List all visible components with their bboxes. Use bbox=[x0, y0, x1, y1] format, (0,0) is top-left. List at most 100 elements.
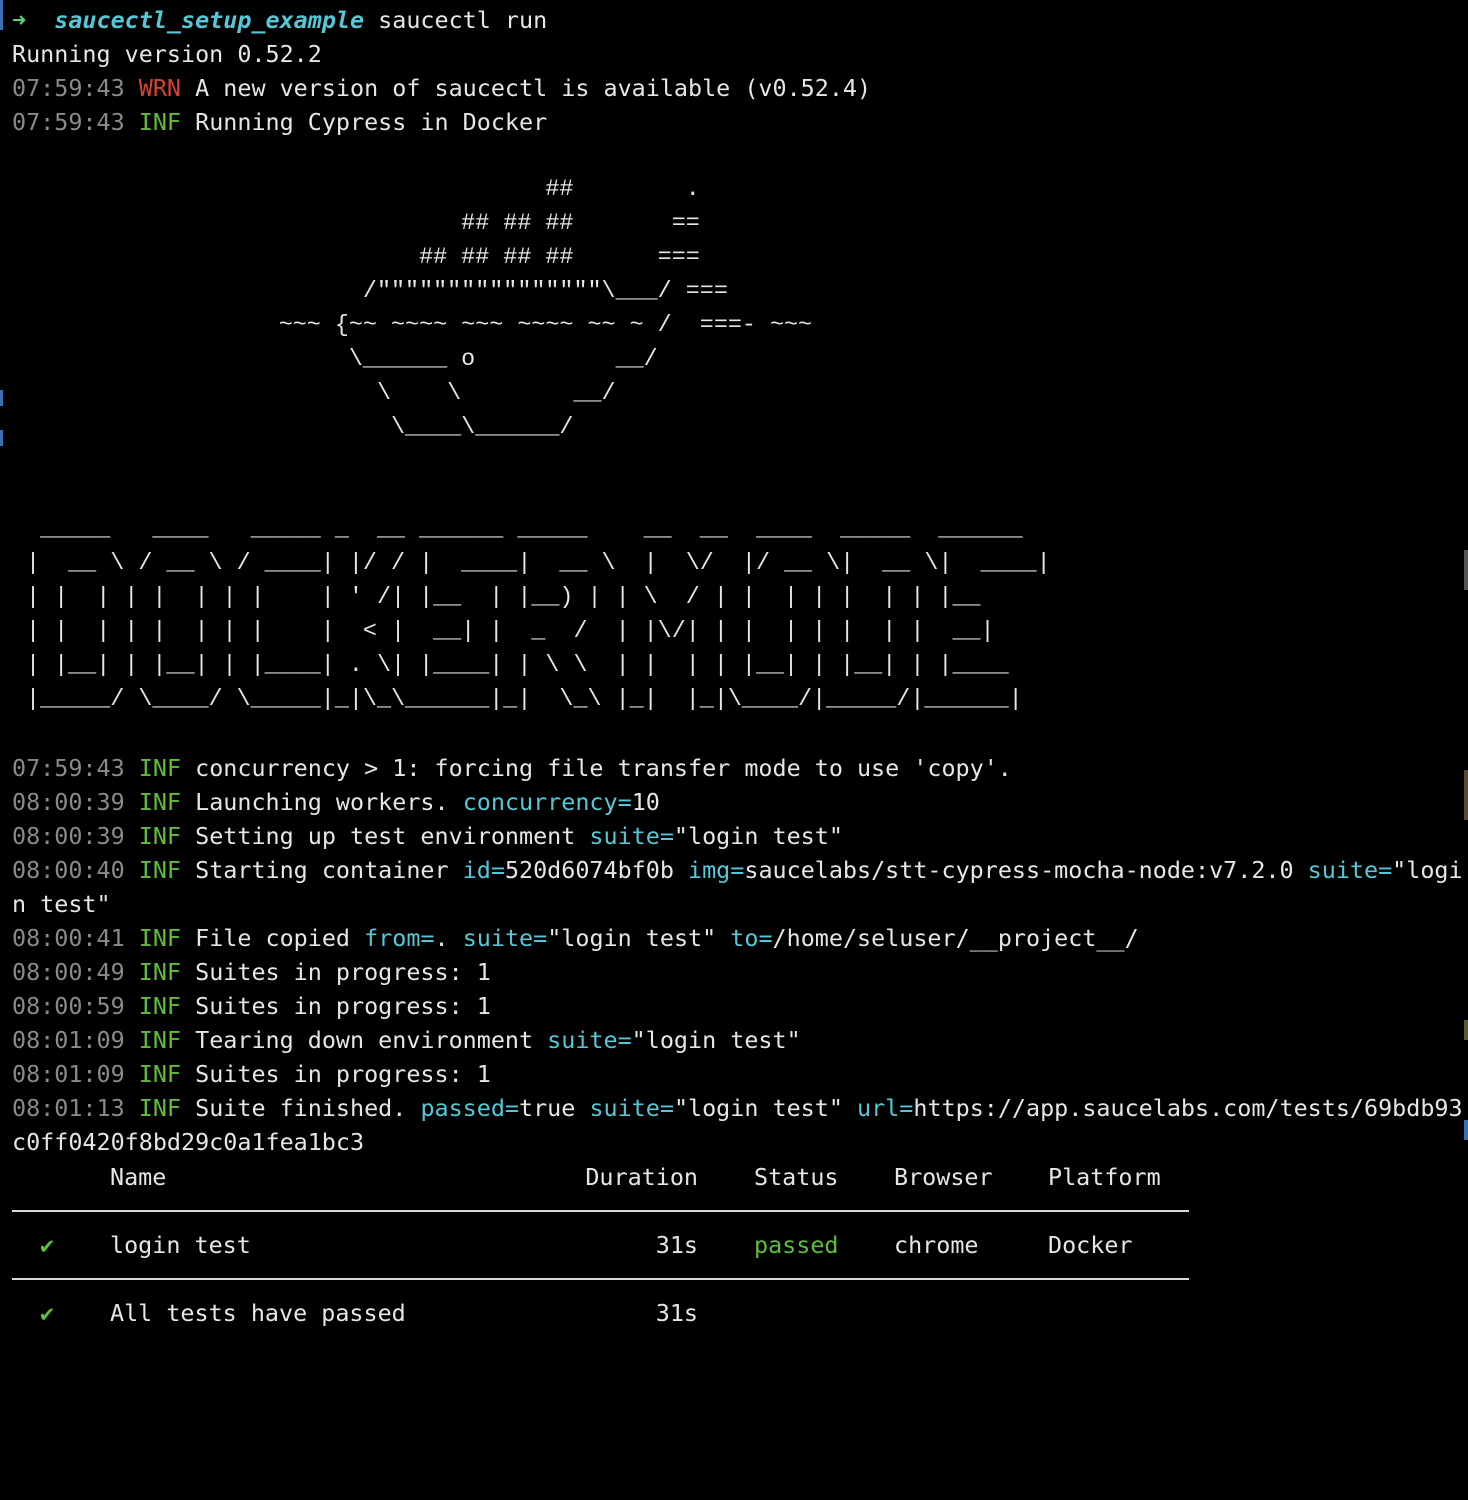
log-text: concurrency > 1: forcing file transfer m… bbox=[195, 754, 1012, 782]
log-text: Suites in progress: 1 bbox=[195, 958, 491, 986]
log-timestamp: 08:00:40 bbox=[12, 856, 125, 884]
terminal-output: ➜ saucectl_setup_example saucectl run Ru… bbox=[12, 3, 1463, 1159]
log-text: 520d6074bf0b bbox=[504, 856, 689, 884]
log-line: 08:01:09 INF Suites in progress: 1 bbox=[12, 1057, 1456, 1091]
check-icon: ✔ bbox=[40, 1231, 55, 1259]
log-text: "login test" bbox=[631, 1026, 801, 1054]
row-browser: chrome bbox=[894, 1231, 979, 1259]
docker-mode-banner: _____ ____ _____ _ __ ______ _____ __ __… bbox=[26, 517, 1051, 713]
column-header-status: Status bbox=[754, 1163, 839, 1191]
log-text: "logi bbox=[1392, 856, 1463, 884]
scrollbar-marker[interactable] bbox=[1464, 1120, 1468, 1140]
docker-whale-art: ## . ## ## ## == ## ## ## ## === /""""""… bbox=[278, 177, 813, 441]
log-level: INF bbox=[138, 1094, 182, 1122]
log-level: INF bbox=[138, 1026, 182, 1054]
log-level: INF bbox=[138, 1060, 182, 1088]
results-header-row: Name Duration Status Browser Platform bbox=[12, 1160, 1189, 1194]
log-text: Setting up test environment bbox=[195, 822, 590, 850]
scrollbar-marker[interactable] bbox=[1464, 1020, 1468, 1040]
log-level: WRN bbox=[138, 74, 182, 102]
log-timestamp: 08:00:41 bbox=[12, 924, 125, 952]
log-key: to= bbox=[730, 924, 773, 952]
log-lines: 07:59:43 INF concurrency > 1: forcing fi… bbox=[12, 751, 1463, 1159]
column-header-name: Name bbox=[110, 1163, 167, 1191]
log-text: saucelabs/stt-cypress-mocha-node:v7.2.0 bbox=[744, 856, 1308, 884]
prompt-arrow-icon: ➜ bbox=[12, 6, 27, 34]
log-message: Running Cypress in Docker bbox=[195, 108, 548, 136]
row-status: passed bbox=[754, 1231, 839, 1259]
scrollbar-marker[interactable] bbox=[1464, 770, 1468, 820]
log-timestamp: 07:59:43 bbox=[12, 74, 125, 102]
log-timestamp: 08:00:39 bbox=[12, 822, 125, 850]
log-timestamp: 08:01:13 bbox=[12, 1094, 125, 1122]
log-key: suite= bbox=[589, 1094, 674, 1122]
log-timestamp: 08:01:09 bbox=[12, 1026, 125, 1054]
summary-text: All tests have passed bbox=[110, 1299, 406, 1327]
log-text: . bbox=[434, 924, 463, 952]
log-text: "login test" bbox=[673, 822, 843, 850]
log-text: Suites in progress: 1 bbox=[195, 992, 491, 1020]
log-line: 08:00:39 INF Launching workers. concurre… bbox=[12, 785, 1456, 819]
log-timestamp: 08:00:59 bbox=[12, 992, 125, 1020]
log-line: c0ff0420f8bd29c0a1fea1bc3 bbox=[12, 1125, 1456, 1159]
log-key: suite= bbox=[547, 1026, 632, 1054]
log-level: INF bbox=[138, 788, 182, 816]
log-level: INF bbox=[138, 822, 182, 850]
log-text: https://app.saucelabs.com/tests/69bdb93 bbox=[913, 1094, 1463, 1122]
left-edge-marker bbox=[0, 0, 3, 30]
log-level: INF bbox=[138, 958, 182, 986]
log-key: suite= bbox=[1307, 856, 1393, 884]
log-line: 08:00:39 INF Setting up test environment… bbox=[12, 819, 1456, 853]
log-level: INF bbox=[138, 924, 182, 952]
results-table: Name Duration Status Browser Platform ✔ … bbox=[12, 1160, 1189, 1330]
log-line: 08:00:41 INF File copied from=. suite="l… bbox=[12, 921, 1456, 955]
column-header-browser: Browser bbox=[894, 1163, 993, 1191]
log-key: url= bbox=[857, 1094, 914, 1122]
log-text: Tearing down environment bbox=[195, 1026, 548, 1054]
log-key: suite= bbox=[462, 924, 548, 952]
check-icon: ✔ bbox=[40, 1299, 55, 1327]
log-level: INF bbox=[138, 108, 182, 136]
log-timestamp: 07:59:43 bbox=[12, 108, 125, 136]
log-level: INF bbox=[138, 754, 182, 782]
scrollbar-marker[interactable] bbox=[1464, 550, 1468, 590]
log-line: 07:59:43 WRN A new version of saucectl i… bbox=[12, 71, 1456, 105]
log-message: Running version 0.52.2 bbox=[12, 40, 322, 68]
log-text: true bbox=[519, 1094, 590, 1122]
left-edge-marker bbox=[0, 390, 3, 406]
log-line: n test" bbox=[12, 887, 1456, 921]
log-text: Suites in progress: 1 bbox=[195, 1060, 491, 1088]
left-edge-marker bbox=[0, 430, 3, 446]
column-header-duration: Duration bbox=[585, 1163, 698, 1191]
log-level: INF bbox=[138, 992, 182, 1020]
log-key: passed= bbox=[420, 1094, 520, 1122]
log-message: A new version of saucectl is available (… bbox=[195, 74, 872, 102]
log-text: Starting container bbox=[195, 856, 463, 884]
row-duration: 31s bbox=[655, 1231, 698, 1259]
log-text: 10 bbox=[631, 788, 660, 816]
log-line: 07:59:43 INF concurrency > 1: forcing fi… bbox=[12, 751, 1456, 785]
summary-duration: 31s bbox=[655, 1299, 698, 1327]
log-wrap: c0ff0420f8bd29c0a1fea1bc3 bbox=[12, 1128, 365, 1156]
log-line: Running version 0.52.2 bbox=[12, 37, 1456, 71]
log-key: img= bbox=[688, 856, 745, 884]
log-level: INF bbox=[138, 856, 182, 884]
prompt-command: saucectl run bbox=[378, 6, 548, 34]
log-text: "login test" bbox=[547, 924, 731, 952]
log-text: File copied bbox=[195, 924, 365, 952]
log-line: 08:01:13 INF Suite finished. passed=true… bbox=[12, 1091, 1463, 1125]
log-line: 08:01:09 INF Tearing down environment su… bbox=[12, 1023, 1456, 1057]
log-wrap: n test" bbox=[12, 890, 111, 918]
log-key: from= bbox=[364, 924, 435, 952]
log-key: id= bbox=[462, 856, 505, 884]
log-text: /home/seluser/__project__/ bbox=[772, 924, 1139, 952]
header-lines: Running version 0.52.2 07:59:43 WRN A new… bbox=[12, 37, 1456, 139]
log-key: suite= bbox=[589, 822, 674, 850]
log-line: 08:00:40 INF Starting container id=520d6… bbox=[12, 853, 1463, 887]
log-line: 08:00:59 INF Suites in progress: 1 bbox=[12, 989, 1456, 1023]
column-header-platform: Platform bbox=[1048, 1163, 1161, 1191]
summary-row: ✔ All tests have passed 31s bbox=[12, 1296, 1189, 1330]
log-text: Launching workers. bbox=[195, 788, 463, 816]
prompt-directory: saucectl_setup_example bbox=[54, 6, 365, 34]
log-timestamp: 07:59:43 bbox=[12, 754, 125, 782]
